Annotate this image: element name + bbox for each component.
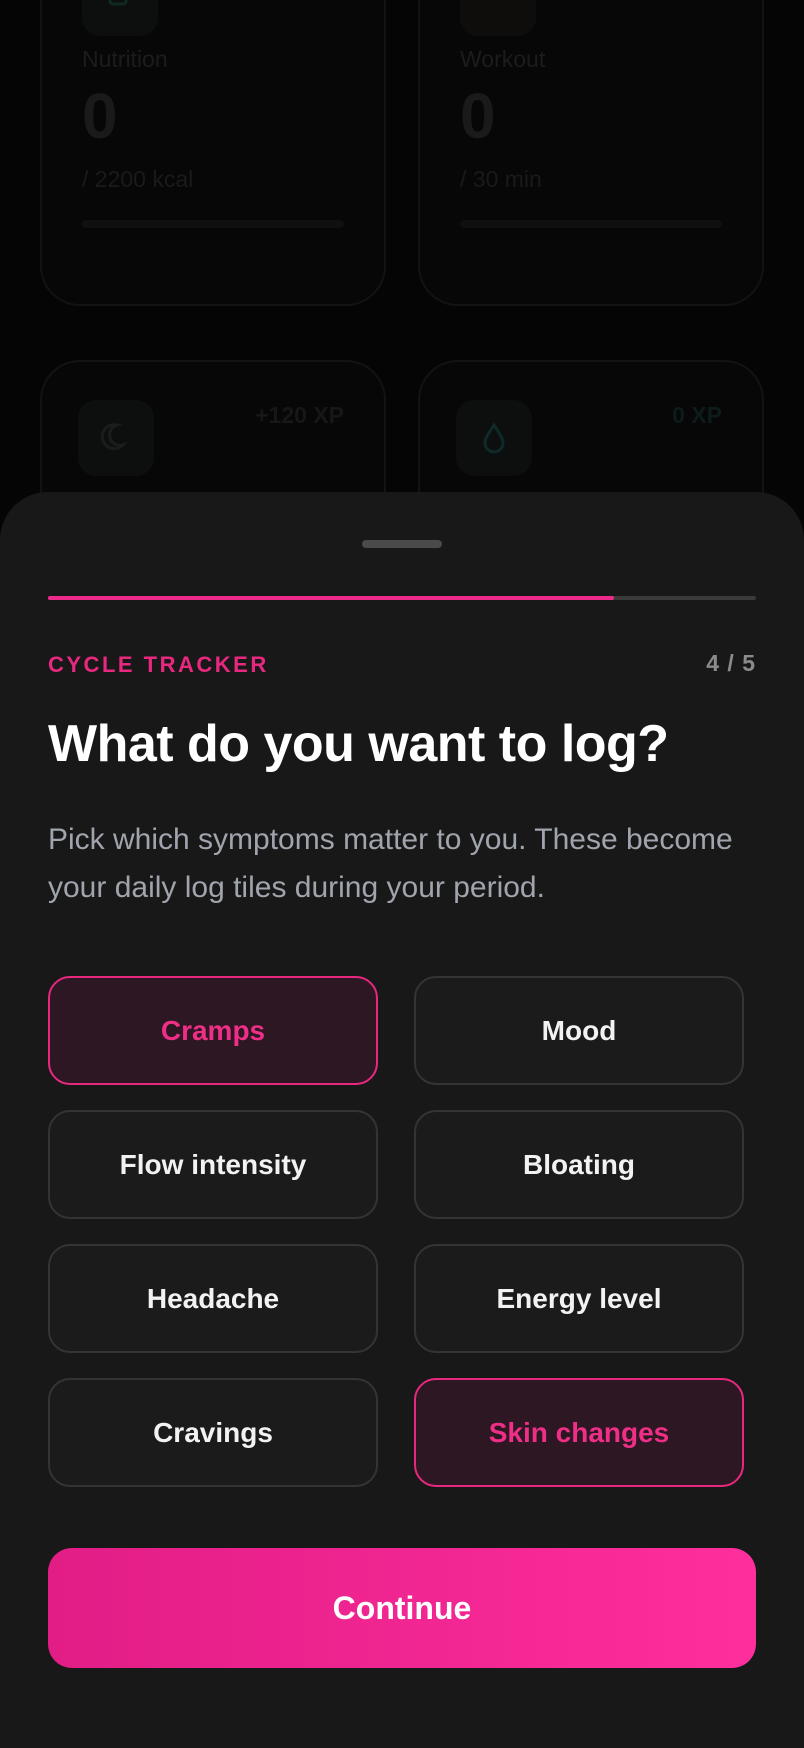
card-value: 0	[82, 80, 118, 152]
workout-card: Workout 0 / 30 min	[418, 0, 764, 306]
option-headache[interactable]: Headache	[48, 1244, 378, 1353]
symptom-options: Cramps Mood Flow intensity Bloating Head…	[48, 976, 744, 1487]
card-goal: / 30 min	[460, 166, 542, 192]
option-cramps[interactable]: Cramps	[48, 976, 378, 1085]
option-mood[interactable]: Mood	[414, 976, 744, 1085]
option-skin-changes[interactable]: Skin changes	[414, 1378, 744, 1487]
step-progress-bar	[48, 596, 756, 600]
onboarding-sheet: CYCLE TRACKER 4 / 5 What do you want to …	[0, 492, 804, 1748]
card-goal: / 2200 kcal	[82, 166, 194, 192]
card-label: Nutrition	[82, 46, 168, 72]
dumbbell-icon	[460, 0, 536, 36]
step-progress-fill	[48, 596, 615, 600]
option-flow-intensity[interactable]: Flow intensity	[48, 1110, 378, 1219]
sheet-subtitle: Pick which symptoms matter to you. These…	[48, 823, 733, 904]
moon-icon	[78, 400, 154, 476]
card-progress-bar	[460, 220, 722, 228]
step-counter: 4 / 5	[706, 650, 756, 676]
screen: Nutrition 0 / 2200 kcal Workout 0 / 30 m…	[0, 0, 804, 1748]
nutrition-card: Nutrition 0 / 2200 kcal	[40, 0, 386, 306]
xp-label: +120 XP	[255, 402, 344, 428]
continue-button[interactable]: Continue	[48, 1548, 756, 1668]
drag-handle[interactable]	[362, 540, 442, 548]
water-drop-icon	[456, 400, 532, 476]
option-bloating[interactable]: Bloating	[414, 1110, 744, 1219]
sheet-title: What do you want to log?	[48, 715, 669, 773]
card-label: Workout	[460, 46, 546, 72]
option-energy-level[interactable]: Energy level	[414, 1244, 744, 1353]
cup-icon	[82, 0, 158, 36]
card-progress-bar	[82, 220, 344, 228]
option-cravings[interactable]: Cravings	[48, 1378, 378, 1487]
section-eyebrow: CYCLE TRACKER	[48, 652, 269, 677]
card-value: 0	[460, 80, 496, 152]
xp-label: 0 XP	[672, 402, 722, 428]
